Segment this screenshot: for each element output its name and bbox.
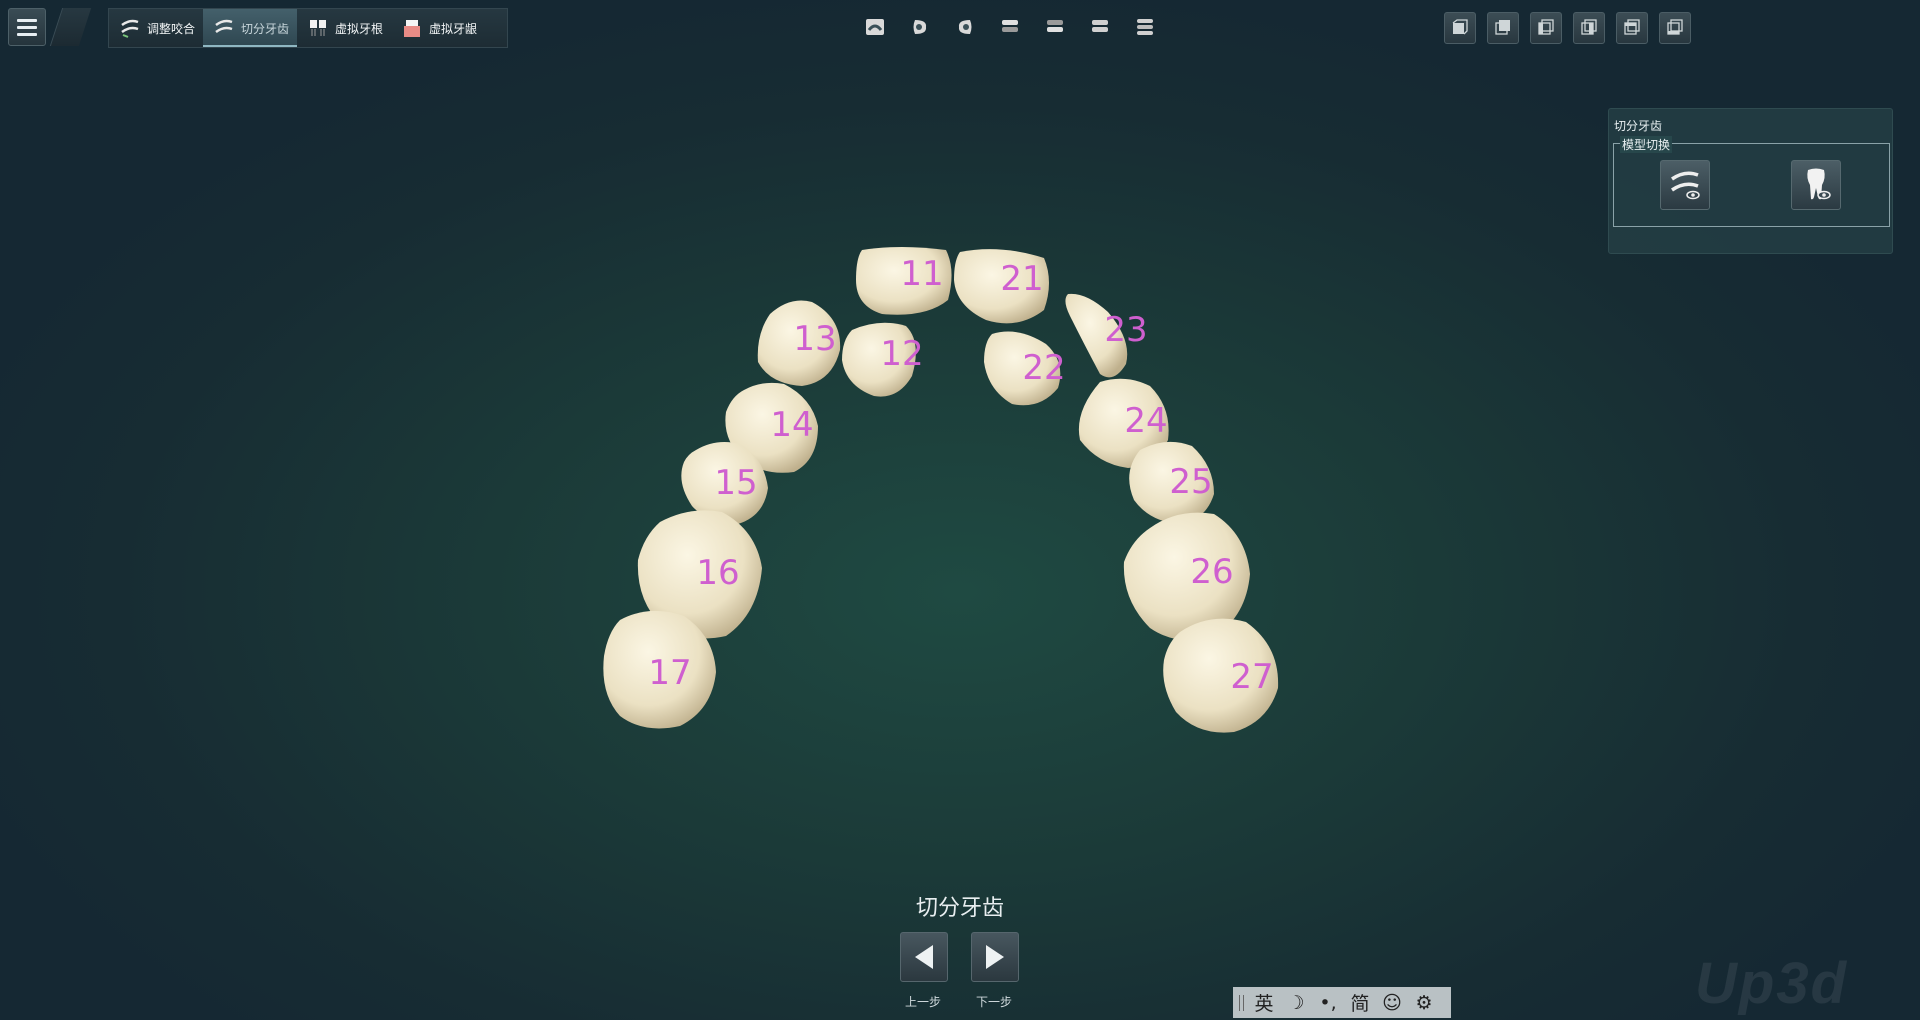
next-step-button[interactable]	[971, 932, 1019, 982]
previous-step-label: 上一步	[904, 995, 941, 1009]
tooth-12[interactable]: 12	[842, 322, 924, 397]
previous-step-button[interactable]	[900, 932, 948, 982]
tooth-number: 17	[648, 653, 691, 693]
arrow-left-icon	[915, 945, 933, 969]
tooth-number: 13	[793, 319, 836, 359]
tooth-number: 27	[1230, 657, 1273, 697]
brand-watermark: Up3d	[1695, 951, 1848, 1016]
tooth-23[interactable]: 23	[1065, 293, 1148, 378]
tooth-number: 16	[696, 553, 739, 593]
tooth-number: 21	[1000, 259, 1043, 299]
dental-arch-viewport[interactable]: 11 21 12 22 13 23 14 24 15 25 16 26 17 2…	[0, 0, 1920, 1020]
tooth-number: 12	[880, 334, 923, 374]
tooth-number: 14	[770, 405, 813, 445]
next-step-label: 下一步	[975, 995, 1012, 1009]
arrow-right-icon	[986, 945, 1004, 969]
tooth-number: 11	[900, 254, 943, 294]
emoji-icon[interactable]: ☺	[1380, 992, 1404, 1014]
tooth-21[interactable]: 21	[954, 249, 1049, 324]
tooth-number: 25	[1169, 462, 1212, 502]
step-title: 切分牙齿	[915, 896, 1004, 921]
tooth-13[interactable]: 13	[757, 300, 841, 387]
punctuation-icon[interactable]: •,	[1316, 992, 1340, 1014]
ime-language-toggle[interactable]: 英	[1252, 989, 1276, 1016]
ime-toolbar: 英 ☽ •, 简 ☺ ⚙	[1233, 987, 1451, 1018]
tooth-number: 22	[1022, 348, 1065, 388]
tooth-11[interactable]: 11	[856, 247, 952, 315]
tooth-number: 24	[1124, 401, 1167, 441]
moon-icon[interactable]: ☽	[1284, 992, 1308, 1014]
tooth-22[interactable]: 22	[984, 331, 1066, 406]
ime-grip[interactable]	[1239, 994, 1244, 1011]
tooth-number: 26	[1190, 552, 1233, 592]
tooth-number: 23	[1104, 310, 1147, 350]
ime-simplified-toggle[interactable]: 简	[1348, 989, 1372, 1016]
gear-icon[interactable]: ⚙	[1412, 992, 1436, 1014]
tooth-25[interactable]: 25	[1129, 441, 1214, 524]
tooth-number: 15	[714, 463, 757, 503]
tooth-27[interactable]: 27	[1163, 618, 1279, 733]
